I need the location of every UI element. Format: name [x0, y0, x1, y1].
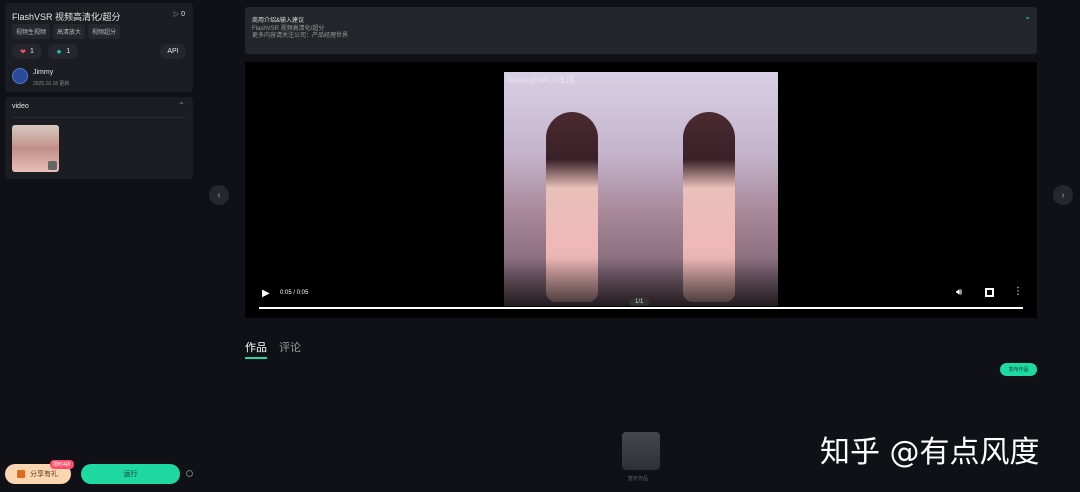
tag[interactable]: 视频生视频 [12, 24, 51, 39]
api-button[interactable]: API [160, 44, 186, 59]
tab-comments[interactable]: 评论 [279, 339, 301, 355]
video-watermark: RunningHub AI生成 [507, 75, 575, 84]
favorite-button[interactable]: ★ 1 [48, 44, 78, 59]
info-icon[interactable] [186, 470, 193, 477]
app-info-card: FlashVSR 视频高清化/超分 ▷ 0 视频生视频 高清放大 视频超分 ❤ 1 ★… [5, 3, 193, 92]
updated-date: 2025.10.18 更新 [33, 81, 70, 87]
author-name[interactable]: Jimmy [33, 69, 53, 76]
gift-icon [17, 470, 25, 478]
publish-button[interactable]: 发布作品 [1000, 363, 1037, 376]
more-icon[interactable]: ⋮ [1013, 286, 1023, 297]
page-indicator: 1/1 [629, 298, 650, 306]
controls-shade [245, 258, 1037, 318]
play-icon: ▷ [173, 11, 180, 18]
prev-button[interactable]: ‹ [209, 185, 229, 205]
chevron-up-icon[interactable]: ⌃ [178, 101, 185, 110]
app-title: FlashVSR 视频高清化/超分 [12, 12, 121, 22]
video-input-card: video ⌃ [5, 97, 193, 179]
progress-fill [259, 307, 1023, 309]
empty-label: 暂无作品 [628, 476, 649, 482]
tag-list: 视频生视频 高清放大 视频超分 [12, 24, 123, 39]
delete-icon[interactable] [48, 161, 57, 170]
play-count: ▷ 0 [173, 11, 185, 18]
section-label: video [12, 103, 29, 110]
heart-icon: ❤ [20, 48, 26, 56]
progress-bar[interactable] [259, 307, 1023, 309]
run-button[interactable]: 运行 [81, 464, 180, 484]
divider [12, 117, 186, 118]
zhihu-watermark: 知乎 @有点风度 [820, 435, 1040, 470]
volume-icon[interactable]: 🔊︎ [956, 287, 962, 298]
play-button[interactable]: ▶ [262, 288, 270, 299]
time-display: 0:05 / 0:05 [280, 290, 309, 296]
tab-works[interactable]: 作品 [245, 339, 267, 359]
next-button[interactable]: › [1053, 185, 1073, 205]
like-button[interactable]: ❤ 1 [12, 44, 42, 59]
expand-icon[interactable]: ⌄ [1024, 12, 1031, 21]
notice-panel: 商用介绍&输入建议 FlashVSR 视频高清化/超分 更多内容请关注公司：产品… [245, 7, 1037, 54]
tag[interactable]: 高清放大 [53, 24, 86, 39]
star-icon: ★ [55, 48, 63, 56]
empty-box-icon [622, 432, 660, 470]
share-badge: 限时4折 [50, 460, 74, 469]
notice-line: 更多内容请关注公司：产品经理世界 [252, 33, 349, 39]
avatar[interactable] [12, 68, 28, 84]
video-thumbnail[interactable] [12, 125, 59, 172]
fullscreen-icon[interactable] [985, 288, 994, 297]
tag[interactable]: 视频超分 [88, 24, 121, 39]
video-player[interactable]: RunningHub AI生成 ▶ 0:05 / 0:05 🔊︎ ⋮ 1/1 [245, 62, 1037, 318]
